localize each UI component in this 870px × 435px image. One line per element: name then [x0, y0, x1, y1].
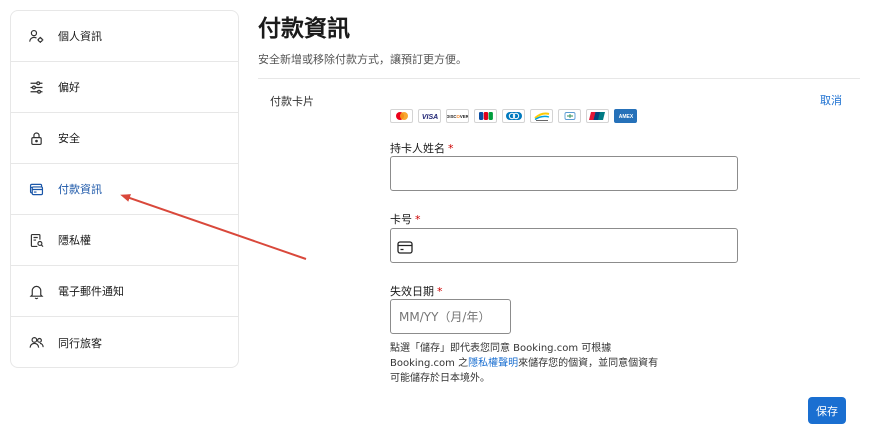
unionpay-logo-icon: [586, 109, 609, 123]
expiry-date-label: 失效日期 *: [390, 285, 443, 298]
discover-logo-icon: DISCOVER: [446, 109, 469, 123]
amex-logo-icon: AMEX: [614, 109, 637, 123]
sidebar-item-privacy[interactable]: 隱私權: [11, 215, 238, 266]
sidebar-item-personal-info[interactable]: 個人資訊: [11, 11, 238, 62]
sidebar-item-payment-info[interactable]: 付款資訊: [11, 164, 238, 215]
divider: [258, 78, 860, 79]
page-subtitle: 安全新增或移除付款方式，讓預訂更方便。: [258, 53, 467, 66]
sidebar-item-security[interactable]: 安全: [11, 113, 238, 164]
card-number-label: 卡号 *: [390, 213, 421, 226]
sidebar-item-label: 電子郵件通知: [58, 285, 124, 298]
sidebar-item-preferences[interactable]: 偏好: [11, 62, 238, 113]
page-title: 付款資訊: [258, 16, 350, 42]
expiry-date-input[interactable]: [390, 299, 511, 334]
cancel-link[interactable]: 取消: [820, 92, 842, 108]
lock-icon: [26, 128, 46, 148]
required-asterisk: *: [415, 213, 421, 226]
bell-icon: [26, 281, 46, 301]
sidebar-item-label: 安全: [58, 132, 80, 145]
mastercard-logo-icon: [390, 109, 413, 123]
sidebar-item-fellow-travelers[interactable]: 同行旅客: [11, 317, 238, 367]
visa-logo-icon: VISA: [418, 109, 441, 123]
cartes-bancaires-logo-icon: [558, 109, 581, 123]
credit-card-icon: [26, 179, 46, 199]
required-asterisk: *: [437, 285, 443, 298]
save-button[interactable]: 保存: [808, 397, 846, 424]
svg-text:VISA: VISA: [421, 114, 437, 120]
sidebar-item-label: 個人資訊: [58, 30, 102, 43]
sidebar-item-label: 隱私權: [58, 234, 91, 247]
accepted-cards: VISA DISCOVER AMEX: [390, 109, 637, 123]
sliders-icon: [26, 77, 46, 97]
privacy-icon: [26, 230, 46, 250]
required-asterisk: *: [448, 142, 454, 155]
jcb-logo-icon: [474, 109, 497, 123]
people-icon: [26, 333, 46, 353]
sidebar-item-label: 同行旅客: [58, 336, 102, 350]
privacy-consent-text: 點選「儲存」即代表您同意 Booking.com 可根據 Booking.com…: [390, 343, 659, 384]
sidebar-item-label: 付款資訊: [58, 183, 102, 196]
sidebar-item-email-notifications[interactable]: 電子郵件通知: [11, 266, 238, 317]
svg-text:AMEX: AMEX: [618, 114, 633, 120]
card-number-field: [390, 228, 738, 263]
privacy-statement-link[interactable]: 隱私權聲明: [468, 358, 518, 369]
person-settings-icon: [26, 26, 46, 46]
payment-info-panel: 付款資訊 安全新增或移除付款方式，讓預訂更方便。 付款卡片 取消 VISA DI…: [258, 0, 860, 435]
cardholder-name-label: 持卡人姓名 *: [390, 142, 454, 155]
diners-club-logo-icon: [502, 109, 525, 123]
elo-logo-icon: [530, 109, 553, 123]
sidebar-item-label: 偏好: [58, 81, 80, 94]
payment-cards-label: 付款卡片: [270, 95, 314, 108]
svg-text:DISCOVER: DISCOVER: [447, 114, 468, 119]
cardholder-name-input[interactable]: [390, 156, 738, 191]
card-number-input[interactable]: [390, 228, 738, 263]
account-sidebar: 個人資訊 偏好 安全 付款資訊 隱私權 電子郵件通知 同行旅客: [10, 10, 239, 368]
